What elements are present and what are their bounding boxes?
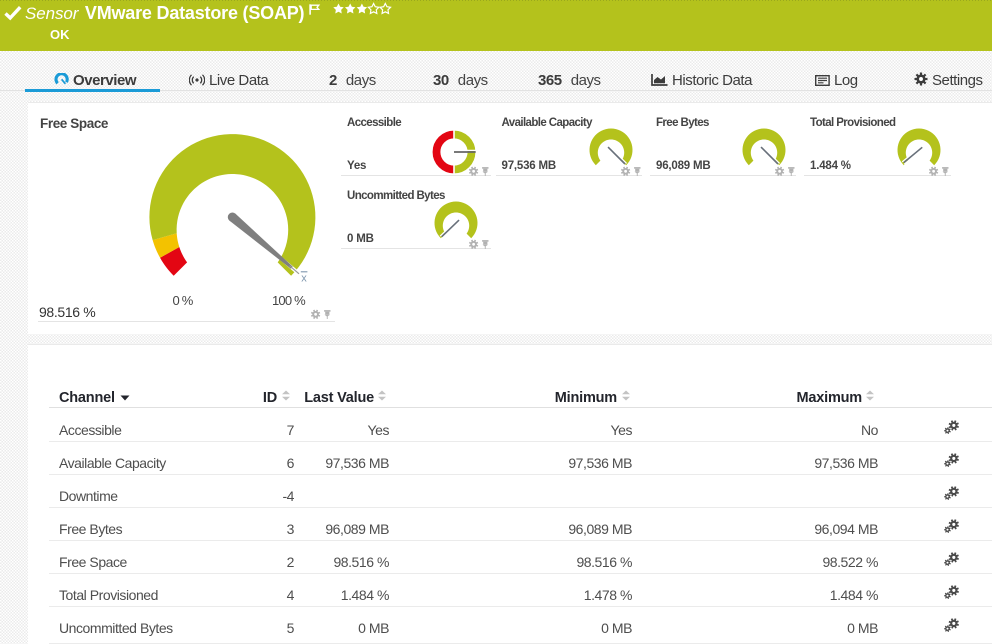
svg-text:x: x [301, 273, 307, 285]
